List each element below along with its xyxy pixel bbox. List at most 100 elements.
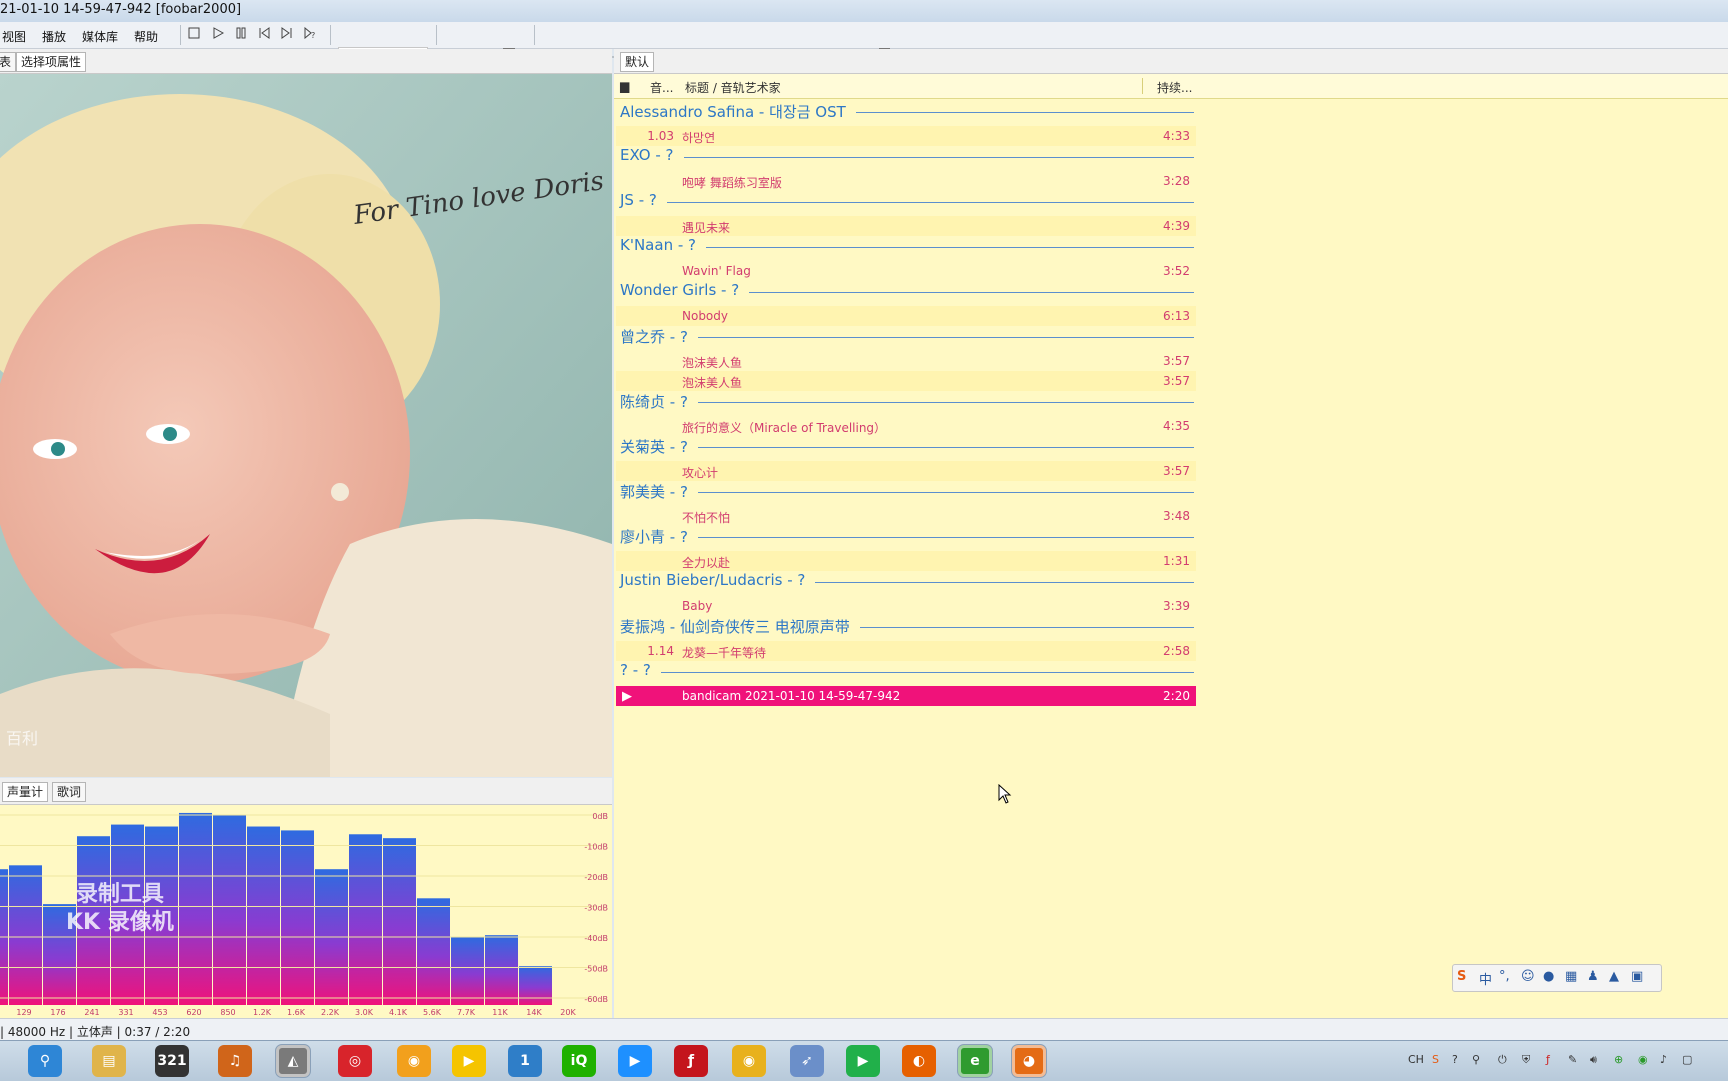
- playlist-row[interactable]: 旅行的意义（Miracle of Travelling） 4:35: [616, 416, 1196, 436]
- language-indicator[interactable]: CH: [1408, 1053, 1424, 1066]
- playlist-group-header[interactable]: 郭美美 - ?: [620, 481, 688, 501]
- punctuation-icon[interactable]: °,: [1499, 969, 1510, 984]
- playlist-row[interactable]: Wavin' Flag 3:52: [616, 261, 1196, 281]
- tab-list[interactable]: 表: [0, 52, 17, 72]
- play-icon[interactable]: [210, 27, 226, 43]
- emoji-icon[interactable]: ☺: [1521, 969, 1535, 984]
- stop-icon[interactable]: [186, 27, 202, 43]
- track-title: 龙葵—千年等待: [682, 646, 767, 660]
- tab-lyrics[interactable]: 歌词: [52, 782, 87, 802]
- spectrum-analyzer: 0dB -10dB -20dB -30dB -40dB -50dB -60dB 129 176…: [0, 805, 612, 1018]
- playlist-group-header[interactable]: 麦振鸿 - 仙剑奇侠传三 电视原声带: [620, 616, 850, 636]
- playlist-group-header[interactable]: JS - ?: [620, 191, 657, 211]
- skin-icon[interactable]: ▲: [1609, 969, 1619, 984]
- menu-help[interactable]: 帮助: [134, 28, 158, 45]
- network-tray-icon[interactable]: ⚲: [1472, 1053, 1480, 1066]
- playlist-group-header[interactable]: 廖小青 - ?: [620, 526, 688, 546]
- notification-tray-icon[interactable]: ▢: [1682, 1053, 1692, 1066]
- pen-tray-icon[interactable]: ✎: [1568, 1053, 1577, 1066]
- tab-selection-properties[interactable]: 选择项属性: [16, 52, 87, 72]
- taskbar-bird-icon[interactable]: ➶: [790, 1045, 824, 1077]
- taskbar-youku-icon[interactable]: ▶: [618, 1045, 652, 1077]
- playlist-group-header[interactable]: Wonder Girls - ?: [620, 281, 739, 301]
- flash-tray-icon[interactable]: ƒ: [1546, 1053, 1550, 1066]
- menu-library[interactable]: 媒体库: [82, 28, 118, 45]
- random-icon[interactable]: ?: [302, 26, 318, 43]
- playlist-row[interactable]: 1.03 하망연 4:33: [616, 126, 1196, 146]
- title-bar: 21-01-10 14-59-47-942 [foobar2000]: [0, 0, 1728, 23]
- playlist-row[interactable]: 泡沫美人鱼 3:57: [616, 351, 1196, 371]
- column-duration[interactable]: 持续...: [1157, 79, 1192, 96]
- playlist-row[interactable]: 1.14 龙葵—千年等待 2:58: [616, 641, 1196, 661]
- sogou-icon[interactable]: S: [1457, 969, 1466, 984]
- taskbar-321-player-icon[interactable]: 321: [155, 1045, 189, 1077]
- column-title[interactable]: 标题 / 音轨艺术家: [685, 79, 781, 96]
- pause-icon[interactable]: [233, 27, 249, 43]
- taskbar-capture-icon[interactable]: ◕: [1011, 1044, 1047, 1078]
- column-number[interactable]: 音...: [650, 79, 673, 96]
- taskbar-search-icon[interactable]: ⚲: [28, 1045, 62, 1077]
- playlist-group-header[interactable]: 关菊英 - ?: [620, 436, 688, 456]
- frequency-label: 1.6K: [287, 1008, 306, 1017]
- playlist-row-now-playing[interactable]: ▶ bandicam 2021-01-10 14-59-47-942 2:20: [616, 686, 1196, 706]
- taskbar-netease-music-icon[interactable]: ◎: [338, 1045, 372, 1077]
- ime-toolbar[interactable]: S 中 °, ☺ ● ▦ ♟ ▲ ▣: [1452, 964, 1662, 992]
- taskbar-firefox-icon[interactable]: ◐: [902, 1045, 936, 1077]
- microphone-icon[interactable]: ●: [1543, 969, 1554, 984]
- playlist-group-header[interactable]: Justin Bieber/Ludacris - ?: [620, 571, 805, 591]
- taskbar-media-player-icon[interactable]: ◉: [397, 1045, 431, 1077]
- volume-tray-icon[interactable]: 🔊︎: [1590, 1053, 1597, 1067]
- db-label: -30dB: [584, 904, 608, 913]
- tab-default-playlist[interactable]: 默认: [620, 52, 655, 72]
- shield-tray-icon[interactable]: ⛨: [1522, 1053, 1530, 1067]
- playlist-row[interactable]: 遇见未来 4:39: [616, 216, 1196, 236]
- next-icon[interactable]: [279, 27, 295, 43]
- taskbar-headphones-icon[interactable]: ♫: [218, 1045, 252, 1077]
- sogou-tray-icon[interactable]: S: [1432, 1053, 1439, 1066]
- playlist-row[interactable]: 全力以赴 1:31: [616, 551, 1196, 571]
- playlist-row[interactable]: 攻心计 3:57: [616, 461, 1196, 481]
- toolbar-separator: [436, 25, 437, 45]
- playlist-group-header[interactable]: K'Naan - ?: [620, 236, 696, 256]
- playlist-group-header[interactable]: 曾之乔 - ?: [620, 326, 688, 346]
- track-duration: 3:52: [1163, 264, 1190, 278]
- taskbar-play-icon[interactable]: ▶: [846, 1045, 880, 1077]
- tab-level-meter[interactable]: 声量计: [2, 782, 49, 802]
- track-duration: 4:35: [1163, 419, 1190, 433]
- taskbar-chrome-icon[interactable]: ◉: [732, 1045, 766, 1077]
- menu-playback[interactable]: 播放: [42, 28, 66, 45]
- taskbar-flash-icon[interactable]: ƒ: [674, 1045, 708, 1077]
- help-tray-icon[interactable]: ?: [1452, 1053, 1458, 1066]
- playlist-row[interactable]: 不怕不怕 3:48: [616, 506, 1196, 526]
- toolbox-icon[interactable]: ▣: [1631, 969, 1643, 984]
- frequency-label: 11K: [492, 1008, 508, 1017]
- playlist-group-header[interactable]: ? - ?: [620, 661, 651, 681]
- menu-view[interactable]: 视图: [2, 28, 26, 45]
- speaker-tray-icon[interactable]: ♪: [1660, 1053, 1667, 1066]
- previous-icon[interactable]: [256, 27, 272, 43]
- taskbar-ie-icon[interactable]: e: [957, 1044, 993, 1078]
- taskbar-iqiyi-icon[interactable]: iQ: [562, 1045, 596, 1077]
- taskbar-one-icon[interactable]: 1: [508, 1045, 542, 1077]
- plus-tray-icon[interactable]: ⊕: [1614, 1053, 1623, 1066]
- playlist-row[interactable]: 咆哮 舞蹈练习室版 3:28: [616, 171, 1196, 191]
- track-title: 하망연: [682, 131, 716, 145]
- taskbar-file-explorer-icon[interactable]: ▤: [92, 1045, 126, 1077]
- playlist-row[interactable]: Baby 3:39: [616, 596, 1196, 616]
- playlist-group-header[interactable]: Alessandro Safina - 대장금 OST: [620, 101, 846, 121]
- power-tray-icon[interactable]: ⏻: [1498, 1053, 1507, 1067]
- taskbar-potplayer-icon[interactable]: ▶: [452, 1045, 486, 1077]
- 360-tray-icon[interactable]: ◉: [1638, 1053, 1648, 1066]
- user-icon[interactable]: ♟: [1587, 969, 1599, 984]
- keyboard-icon[interactable]: ▦: [1565, 969, 1577, 984]
- playlist-group-header[interactable]: 陈绮贞 - ?: [620, 391, 688, 411]
- track-duration: 2:20: [1163, 689, 1190, 703]
- playlist-row[interactable]: Nobody 6:13: [616, 306, 1196, 326]
- playlist[interactable]: ▆ 音... 标题 / 音轨艺术家 持续... Alessandro Safin…: [614, 74, 1728, 1018]
- taskbar-alien-icon[interactable]: ◭: [275, 1044, 311, 1078]
- playlist-group-header[interactable]: EXO - ?: [620, 146, 674, 166]
- db-label: -50dB: [584, 965, 608, 974]
- column-marker[interactable]: ▆: [620, 79, 629, 93]
- ime-mode[interactable]: 中: [1479, 969, 1492, 988]
- playlist-row[interactable]: 泡沫美人鱼 3:57: [616, 371, 1196, 391]
